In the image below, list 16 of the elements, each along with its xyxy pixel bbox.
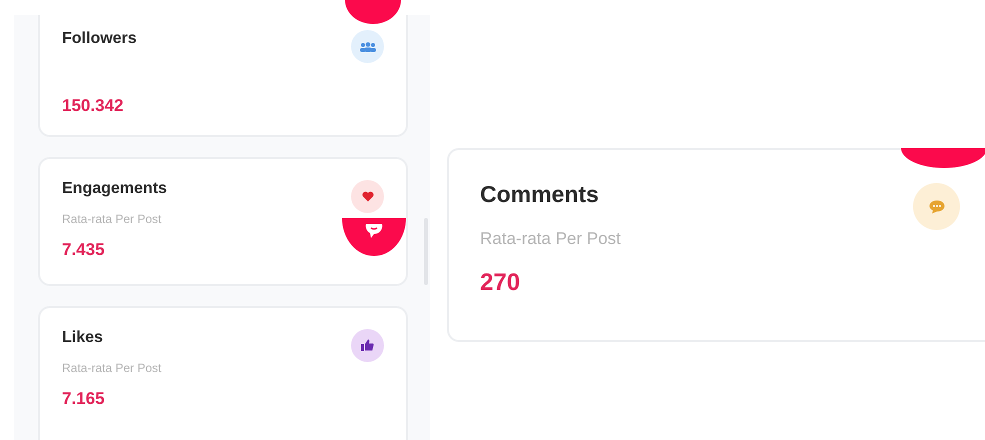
card-title: Engagements — [62, 178, 168, 199]
card-subtitle: Rata-rata Per Post — [62, 360, 162, 376]
card-subtitle: Rata-rata Per Post — [62, 210, 162, 227]
card-subtitle: Rata-rata Per Post — [480, 228, 622, 250]
thumbs-up-icon — [361, 339, 374, 352]
speech-bubble-icon — [928, 200, 944, 214]
card-value: 7.435 — [62, 238, 106, 261]
card-value: 150.342 — [62, 95, 124, 117]
card-title: Comments — [480, 180, 600, 208]
card-title: Likes — [62, 328, 104, 348]
card-value: 7.165 — [62, 388, 106, 410]
card-value: 270 — [480, 268, 522, 298]
people-icon — [360, 42, 376, 52]
decorative-blob — [345, 0, 401, 24]
card-title: Followers — [62, 29, 138, 49]
heart-icon — [362, 190, 374, 202]
